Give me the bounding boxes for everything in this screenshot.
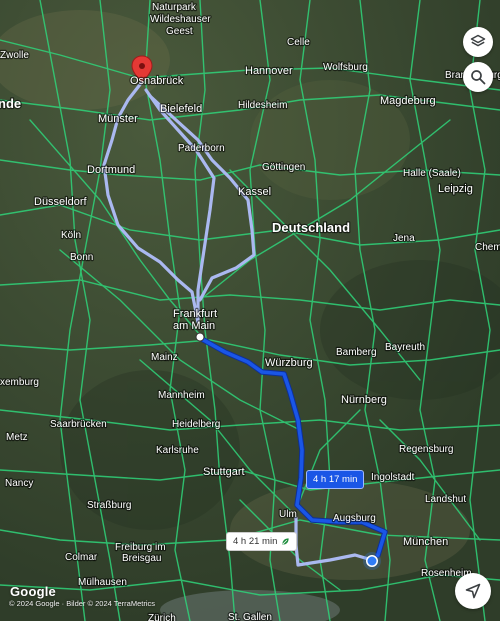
label-nurnberg: Nürnberg <box>341 394 387 406</box>
primary-route-duration-badge[interactable]: 4 h 17 min <box>306 470 365 489</box>
label-osnabruck: Osnabrück <box>130 75 184 87</box>
search-button[interactable] <box>463 62 493 92</box>
label-naturpark: Naturpark <box>152 2 197 13</box>
primary-route-duration: 4 h 17 min <box>313 474 358 485</box>
label-dortmund: Dortmund <box>87 164 135 176</box>
label-munster: Münster <box>98 113 138 125</box>
google-logo: Google <box>10 584 56 599</box>
layers-icon <box>470 34 486 47</box>
eco-leaf-icon <box>282 538 290 545</box>
label-strasbourg: Straßburg <box>87 500 131 511</box>
label-magdeburg: Magdeburg <box>380 95 436 107</box>
origin-location-dot[interactable] <box>363 552 381 570</box>
label-bamberg: Bamberg <box>336 347 377 358</box>
label-zwolle: Zwolle <box>0 50 29 61</box>
layers-button[interactable] <box>463 27 493 57</box>
navigation-arrow-icon <box>465 583 481 599</box>
label-freiburg-line2: Breisgau <box>122 553 161 564</box>
label-country-germany: Deutschland <box>272 220 350 235</box>
label-zurich: Zürich <box>148 613 176 621</box>
label-mainz: Mainz <box>151 352 178 363</box>
label-mulhausen: Mülhausen <box>78 577 127 588</box>
navigation-button[interactable] <box>455 573 491 609</box>
label-geest: Geest <box>166 26 193 37</box>
alternative-route-duration-badge[interactable]: 4 h 21 min <box>226 532 298 551</box>
label-ulm: Ulm <box>279 509 297 520</box>
label-metz: Metz <box>6 432 28 443</box>
label-kassel: Kassel <box>238 186 271 198</box>
label-landshut: Landshut <box>425 494 466 505</box>
label-wolfsburg: Wolfsburg <box>323 62 368 73</box>
label-hannover: Hannover <box>245 65 293 77</box>
alternative-route-duration: 4 h 21 min <box>233 536 278 547</box>
label-heidelberg: Heidelberg <box>172 419 220 430</box>
label-karlsruhe: Karlsruhe <box>156 445 199 456</box>
label-leipzig: Leipzig <box>438 183 473 195</box>
label-freiburg-line1: Freiburg im <box>115 542 166 553</box>
label-stgallen: St. Gallen <box>228 612 272 621</box>
search-icon <box>471 70 486 85</box>
label-paderborn: Paderborn <box>178 143 225 154</box>
label-munchen: München <box>403 536 448 548</box>
label-wurzburg: Würzburg <box>265 357 313 369</box>
label-frankfurt-line1: Frankfurt <box>173 308 217 320</box>
label-stuttgart: Stuttgart <box>203 466 245 478</box>
label-koln: Köln <box>61 230 81 241</box>
label-bayreuth: Bayreuth <box>385 342 425 353</box>
label-mannheim: Mannheim <box>158 390 205 401</box>
label-nde: nde <box>0 96 21 111</box>
label-wildeshauser: Wildeshauser <box>150 14 211 25</box>
label-regensburg: Regensburg <box>399 444 453 455</box>
label-hildesheim: Hildesheim <box>238 100 287 111</box>
label-celle: Celle <box>287 37 310 48</box>
map-attribution: © 2024 Google · Bilder © 2024 TerraMetri… <box>9 599 155 608</box>
label-colmar: Colmar <box>65 552 98 563</box>
label-augsburg: Augsburg <box>333 513 376 524</box>
label-jena: Jena <box>393 233 415 244</box>
label-frankfurt-line2: am Main <box>173 320 215 332</box>
label-halle: Halle (Saale) <box>403 168 461 179</box>
label-bonn: Bonn <box>70 252 93 263</box>
map-canvas[interactable]: Naturpark Wildeshauser Geest Zwolle Cell… <box>0 0 500 621</box>
waypoint-marker[interactable] <box>195 332 205 342</box>
label-ingolstadt: Ingolstadt <box>371 472 415 483</box>
label-gottingen: Göttingen <box>262 162 305 173</box>
label-saarbrucken: Saarbrücken <box>50 419 107 430</box>
label-nancy: Nancy <box>5 478 33 489</box>
label-chemnitz: Chem <box>475 242 500 253</box>
label-dusseldorf: Düsseldorf <box>34 196 88 208</box>
label-luxemburg: xemburg <box>0 377 39 388</box>
label-bielefeld: Bielefeld <box>160 103 202 115</box>
